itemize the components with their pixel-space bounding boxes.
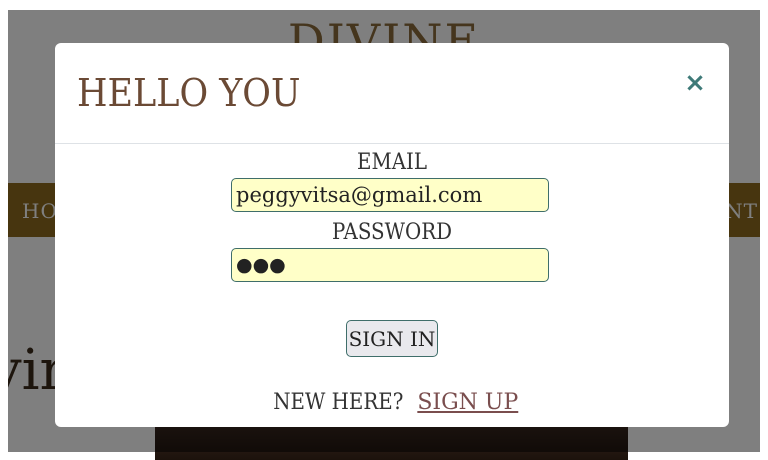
- modal-header: HELLO YOU ×: [55, 43, 729, 144]
- modal-title: HELLO YOU: [77, 71, 301, 115]
- password-field[interactable]: [231, 248, 549, 282]
- sign-in-button[interactable]: SIGN IN: [346, 320, 438, 357]
- login-modal: HELLO YOU × EMAIL PASSWORD SIGN IN NEW H…: [55, 43, 729, 427]
- right-edge: [760, 0, 768, 452]
- email-field[interactable]: [231, 178, 549, 212]
- password-label: PASSWORD: [332, 220, 452, 245]
- left-edge: [0, 0, 8, 452]
- signup-prompt: NEW HERE?: [272, 390, 404, 415]
- signup-row: NEW HERE? SIGN UP: [55, 390, 729, 415]
- close-icon[interactable]: ×: [681, 69, 709, 97]
- email-label: EMAIL: [356, 150, 428, 175]
- top-edge: [0, 0, 768, 10]
- sign-up-link[interactable]: SIGN UP: [417, 390, 518, 415]
